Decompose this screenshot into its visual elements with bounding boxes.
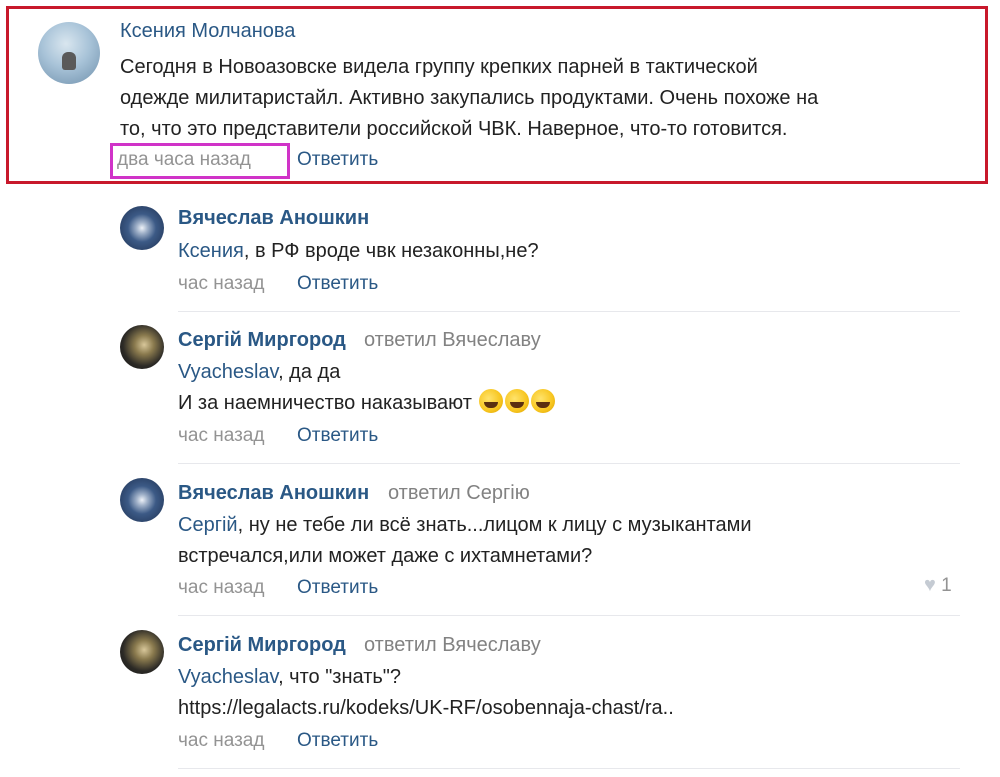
- reply-time[interactable]: час назад: [178, 730, 264, 752]
- reply-button[interactable]: Ответить: [297, 425, 378, 447]
- reply-text-body: , ну не тебе ли всё знать...лицом к лицу…: [237, 514, 752, 536]
- avatar[interactable]: [120, 478, 164, 522]
- mention-link[interactable]: Ксения: [178, 240, 244, 262]
- like-button[interactable]: ♥ 1: [924, 574, 952, 597]
- reply-text: Сергій, ну не тебе ли всё знать...лицом …: [178, 510, 752, 541]
- like-count: 1: [941, 575, 952, 596]
- replied-to-label[interactable]: ответил Сергію: [388, 482, 530, 505]
- time-highlight-box: [110, 143, 290, 179]
- rofl-emoji-icon: [531, 389, 556, 413]
- rofl-emoji-icon: [505, 389, 530, 413]
- reply-text-line: И за наемничество наказывают: [178, 388, 556, 419]
- reply-button[interactable]: Ответить: [297, 577, 378, 599]
- avatar[interactable]: [120, 325, 164, 369]
- reply-time[interactable]: час назад: [178, 273, 264, 295]
- reply-author[interactable]: Сергій Миргород: [178, 634, 346, 657]
- comment-text-line: Сегодня в Новоазовске видела группу креп…: [120, 56, 758, 78]
- reply-text-line: встречался,или может даже с ихтамнетами?: [178, 545, 593, 567]
- heart-icon: ♥: [924, 574, 936, 596]
- reply-text-body: И за наемничество наказывают: [178, 392, 472, 414]
- reply-button[interactable]: Ответить: [297, 149, 378, 171]
- replied-to-label[interactable]: ответил Вячеславу: [364, 634, 541, 657]
- mention-link[interactable]: Vyacheslav: [178, 666, 278, 688]
- reply-button[interactable]: Ответить: [297, 730, 378, 752]
- reply-button[interactable]: Ответить: [297, 273, 378, 295]
- reply-text-body: , да да: [278, 361, 341, 383]
- reply-time[interactable]: час назад: [178, 577, 264, 599]
- reply-text: Ксения, в РФ вроде чвк незаконны,не?: [178, 236, 539, 267]
- divider: [178, 311, 960, 312]
- reply-author[interactable]: Сергій Миргород: [178, 329, 346, 352]
- mention-link[interactable]: Vyacheslav: [178, 361, 278, 383]
- reply-text: Vyacheslav, да да: [178, 357, 340, 388]
- mention-link[interactable]: Сергій: [178, 514, 238, 536]
- reply-text-body: , что "знать"?: [278, 666, 402, 688]
- comment-text-line: то, что это представители российской ЧВК…: [120, 118, 788, 140]
- avatar[interactable]: [120, 630, 164, 674]
- reply-link-line[interactable]: https://legalacts.ru/kodeks/UK-RF/osoben…: [178, 693, 674, 724]
- reply-text: Vyacheslav, что "знать"?: [178, 662, 401, 693]
- divider: [178, 615, 960, 616]
- avatar[interactable]: [38, 22, 100, 84]
- replied-to-label[interactable]: ответил Вячеславу: [364, 329, 541, 352]
- reply-text-body: , в РФ вроде чвк незаконны,не?: [243, 240, 539, 262]
- comment-text-line: одежде милитаристайл. Активно закупались…: [120, 87, 819, 109]
- divider: [178, 463, 960, 464]
- reply-time[interactable]: час назад: [178, 425, 264, 447]
- divider: [178, 768, 960, 769]
- rofl-emoji-icon: [479, 389, 504, 413]
- reply-author[interactable]: Вячеслав Аношкин: [178, 207, 369, 230]
- avatar[interactable]: [120, 206, 164, 250]
- comment-author[interactable]: Ксения Молчанова: [120, 20, 295, 43]
- reply-author[interactable]: Вячеслав Аношкин: [178, 482, 369, 505]
